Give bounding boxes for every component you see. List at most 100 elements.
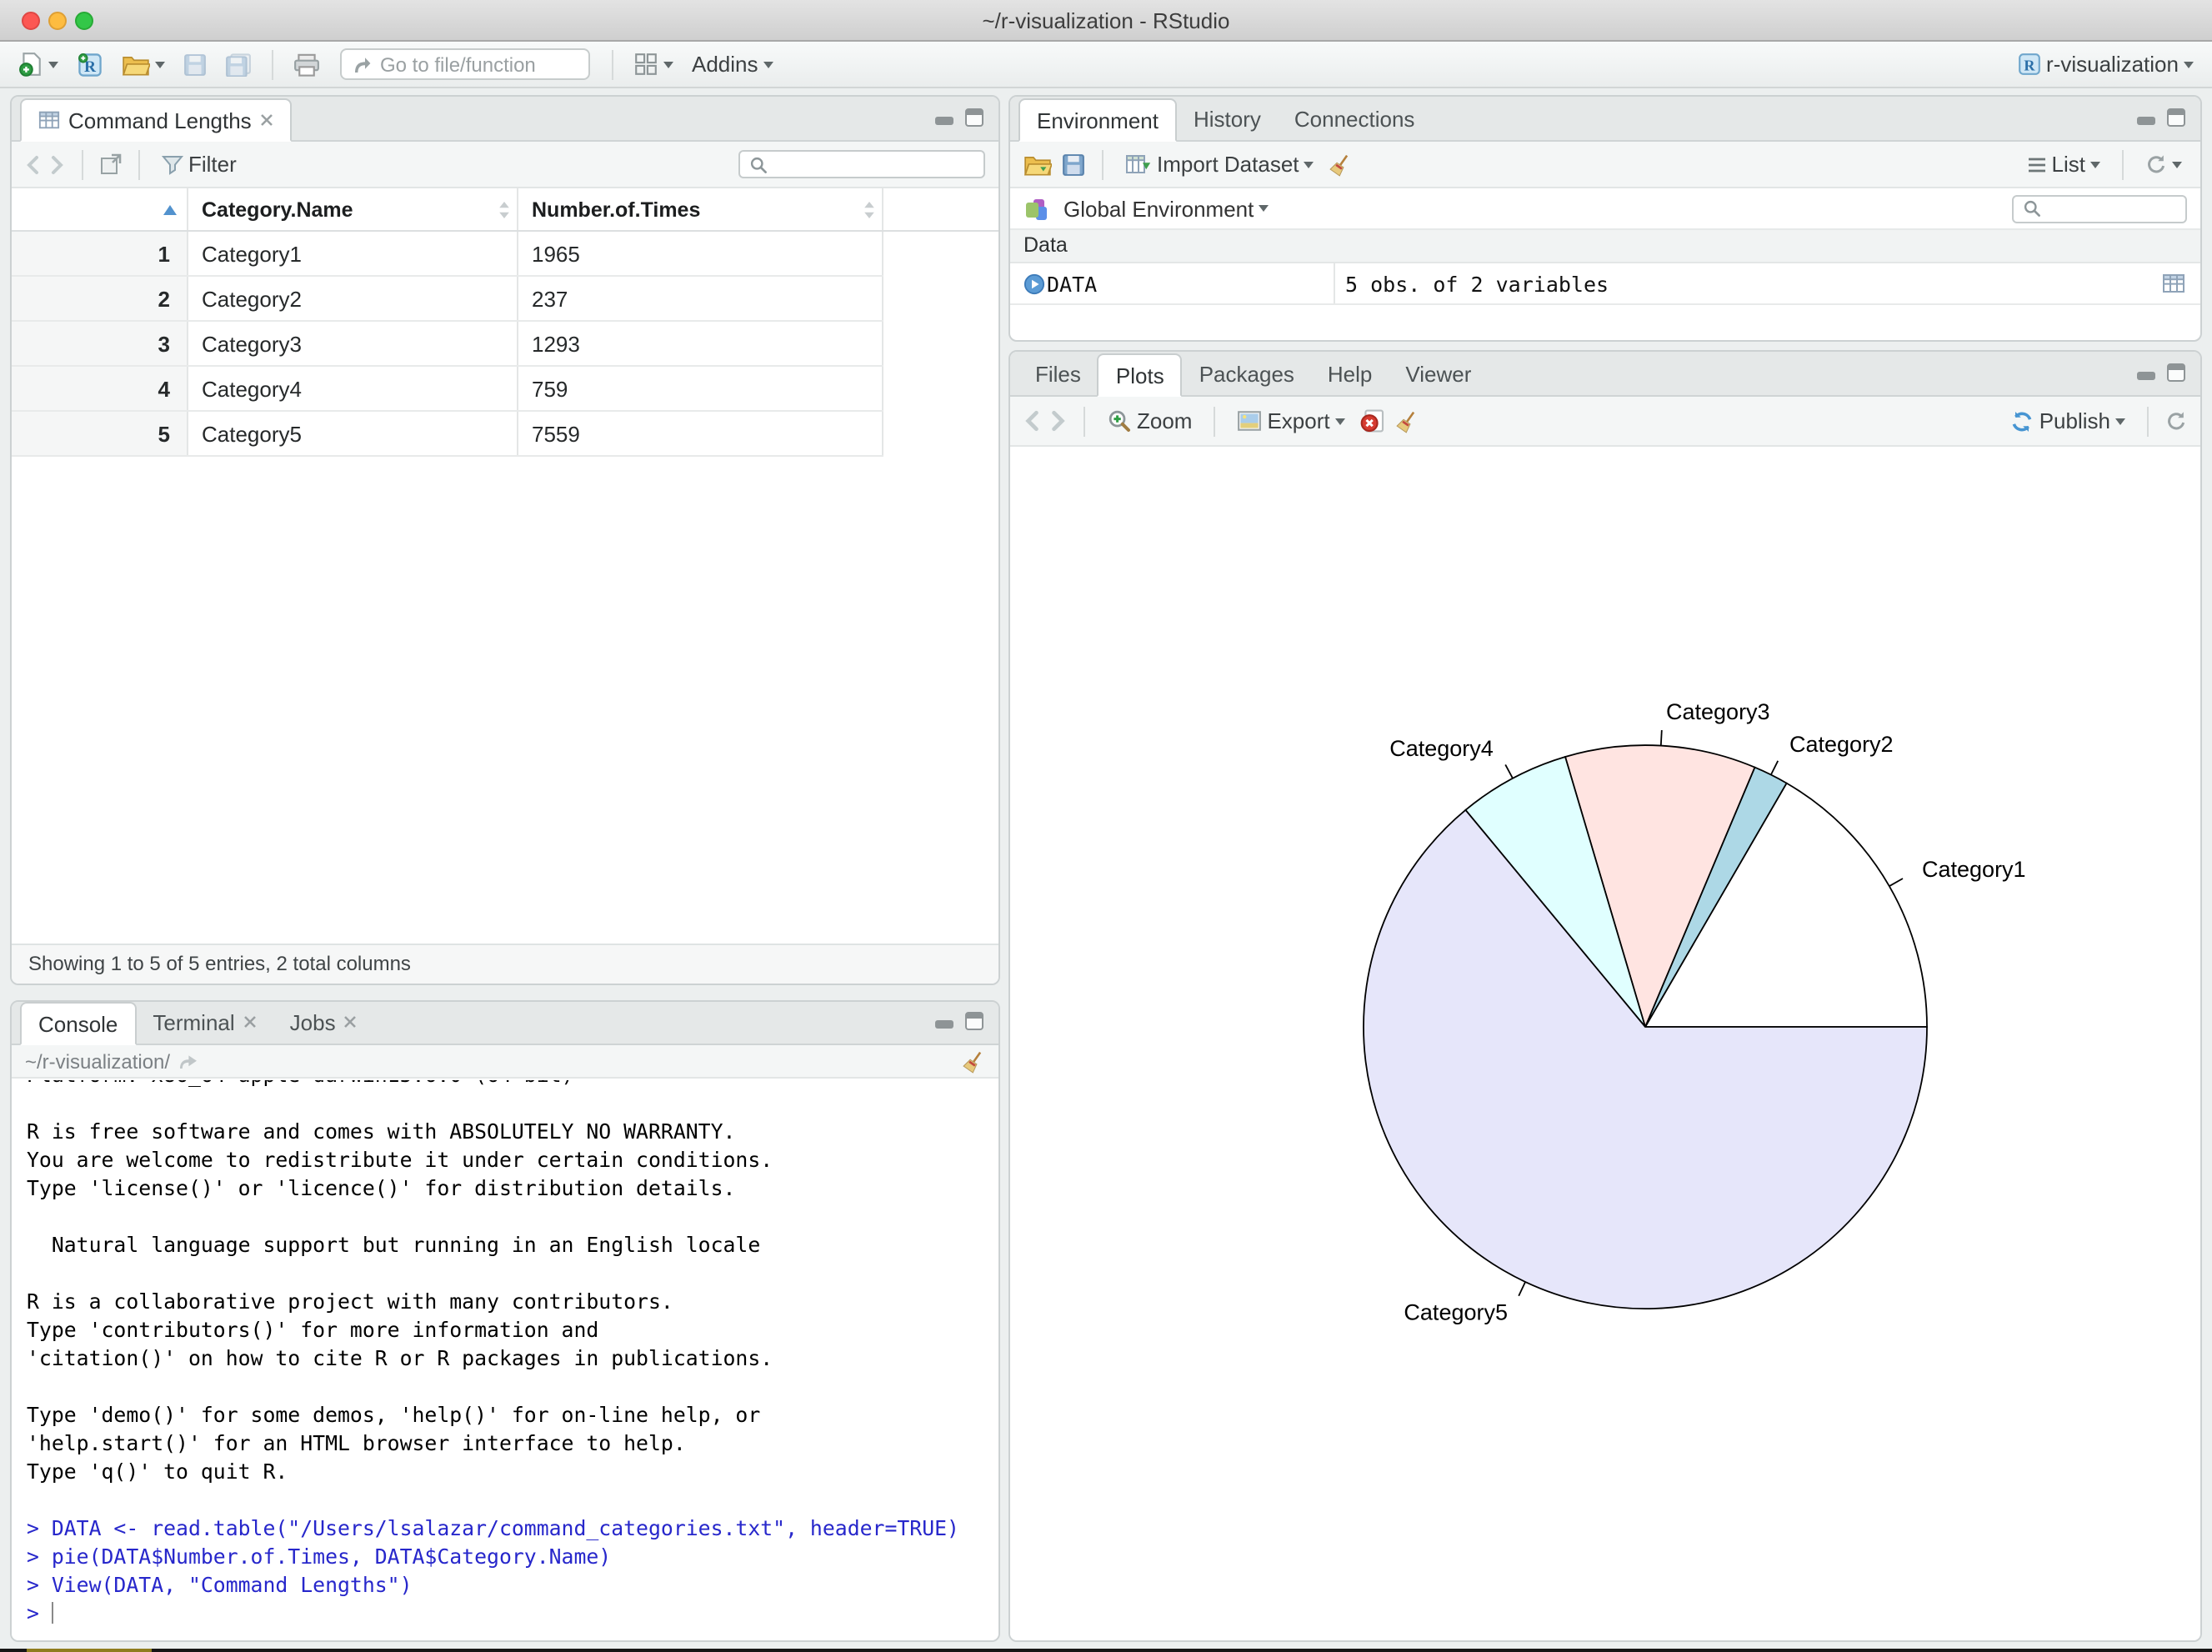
environment-object-row[interactable]: DATA 5 obs. of 2 variables xyxy=(1010,263,2200,305)
publish-button[interactable]: Publish xyxy=(2006,405,2130,437)
filter-button[interactable]: Filter xyxy=(157,148,242,180)
table-row[interactable]: 2 Category2 237 xyxy=(12,277,883,322)
table-search-input[interactable] xyxy=(775,153,975,176)
data-table-rows: 1 Category1 1965 2 Category2 237 3 Category3 129… xyxy=(12,232,998,457)
tab-environment[interactable]: Environment xyxy=(1018,98,1177,142)
import-dataset-button[interactable]: Import Dataset xyxy=(1120,148,1319,180)
zoom-plot-button[interactable]: Zoom xyxy=(1102,405,1197,437)
tab-command-lengths[interactable]: Command Lengths xyxy=(20,98,292,142)
open-file-button[interactable] xyxy=(117,49,170,79)
goto-file-input[interactable] xyxy=(380,53,563,76)
refresh-plot-icon[interactable] xyxy=(2165,410,2187,432)
view-table-icon[interactable] xyxy=(2162,273,2185,293)
save-all-button[interactable] xyxy=(220,49,257,79)
tab-jobs[interactable]: Jobs xyxy=(273,1002,374,1044)
console-prompt[interactable]: > xyxy=(27,1599,998,1627)
console-output: Platform: x86_64-apple-darwin15.6.0 (64-… xyxy=(27,1080,998,1627)
sort-ascending-icon xyxy=(163,204,177,214)
environment-pane: Environment History Connections Import D… xyxy=(1008,95,2202,342)
r-project-icon: R xyxy=(77,51,103,78)
clear-console-icon[interactable] xyxy=(962,1049,985,1073)
refresh-environment-button[interactable] xyxy=(2140,150,2187,178)
maximize-pane-icon[interactable] xyxy=(2167,363,2185,382)
maximize-pane-icon[interactable] xyxy=(965,1012,983,1030)
minimize-pane-icon[interactable] xyxy=(935,1013,953,1029)
table-cell: 1293 xyxy=(518,322,883,365)
open-in-new-window-icon[interactable] xyxy=(100,153,122,175)
titlebar: ~/r-visualization - RStudio xyxy=(0,0,2212,42)
table-row[interactable]: 1 Category1 1965 xyxy=(12,232,883,277)
chevron-down-icon xyxy=(2090,161,2100,168)
chevron-down-icon xyxy=(48,61,58,68)
object-name[interactable]: DATA xyxy=(1047,271,1334,296)
remove-plot-icon[interactable] xyxy=(1360,408,1385,433)
pie-chart: Category1 Category2 Category3 Category4 Cate… xyxy=(1363,699,2026,1325)
column-header-category-name[interactable]: Category.Name xyxy=(188,188,518,230)
close-icon[interactable] xyxy=(344,1015,358,1029)
tab-plots[interactable]: Plots xyxy=(1097,353,1183,397)
previous-plot-icon[interactable] xyxy=(1023,410,1040,432)
row-number-header[interactable] xyxy=(12,188,188,230)
clear-environment-icon[interactable] xyxy=(1329,153,1353,176)
tab-help[interactable]: Help xyxy=(1311,352,1389,395)
table-row[interactable]: 5 Category5 7559 xyxy=(12,412,883,457)
tab-label: Plots xyxy=(1115,363,1164,388)
goto-directory-icon[interactable] xyxy=(178,1053,198,1069)
tab-files[interactable]: Files xyxy=(1018,352,1098,395)
tab-label: Files xyxy=(1035,361,1081,386)
back-icon[interactable] xyxy=(25,154,40,174)
pane-layout-button[interactable] xyxy=(628,48,678,80)
project-selector[interactable]: R r-visualization xyxy=(2011,48,2199,80)
print-button[interactable] xyxy=(288,49,325,79)
table-cell: 237 xyxy=(518,277,883,320)
minimize-pane-icon[interactable] xyxy=(2137,109,2155,126)
console-body[interactable]: Platform: x86_64-apple-darwin15.6.0 (64-… xyxy=(12,1080,998,1640)
expand-object-icon[interactable] xyxy=(1020,273,1047,294)
label-tick xyxy=(1518,1281,1527,1297)
pane-grid-icon xyxy=(633,52,658,77)
label-tick xyxy=(1769,760,1779,776)
list-view-button[interactable]: List xyxy=(2022,148,2105,180)
console-line: R is free software and comes with ABSOLU… xyxy=(27,1119,736,1144)
export-plot-button[interactable]: Export xyxy=(1232,405,1349,437)
table-row[interactable]: 4 Category4 759 xyxy=(12,367,883,412)
clear-plots-icon[interactable] xyxy=(1395,409,1419,433)
screen-bottom-edge xyxy=(0,1649,2212,1652)
environment-scope-selector[interactable]: Global Environment xyxy=(1058,193,1274,224)
tab-console[interactable]: Console xyxy=(20,1002,137,1045)
new-file-button[interactable] xyxy=(13,48,63,80)
working-directory: ~/r-visualization/ xyxy=(25,1049,171,1073)
environment-tabstrip: Environment History Connections xyxy=(1010,97,2200,142)
console-line: Type 'contributors()' for more informati… xyxy=(27,1317,599,1342)
chevron-down-icon xyxy=(1334,418,1345,424)
tab-history[interactable]: History xyxy=(1177,97,1278,140)
tab-connections[interactable]: Connections xyxy=(1278,97,1432,140)
column-header-number-of-times[interactable]: Number.of.Times xyxy=(518,188,883,230)
maximize-pane-icon[interactable] xyxy=(965,108,983,127)
save-button[interactable] xyxy=(178,49,212,79)
maximize-pane-icon[interactable] xyxy=(2167,108,2185,127)
new-project-button[interactable]: R xyxy=(72,48,108,81)
tab-terminal[interactable]: Terminal xyxy=(136,1002,273,1044)
environment-search-input[interactable] xyxy=(2049,197,2177,220)
tab-viewer[interactable]: Viewer xyxy=(1389,352,1488,395)
table-cell: 759 xyxy=(518,367,883,410)
window-title: ~/r-visualization - RStudio xyxy=(982,8,1230,33)
forward-icon[interactable] xyxy=(50,154,65,174)
tab-packages[interactable]: Packages xyxy=(1183,352,1311,395)
load-workspace-icon[interactable] xyxy=(1023,153,1052,176)
search-icon xyxy=(748,154,768,174)
console-working-dir-row: ~/r-visualization/ xyxy=(12,1045,998,1079)
close-icon[interactable] xyxy=(243,1015,257,1029)
next-plot-icon[interactable] xyxy=(1050,410,1067,432)
save-workspace-icon[interactable] xyxy=(1062,153,1085,176)
environment-toolbar: Import Dataset List xyxy=(1010,142,2200,188)
close-icon[interactable] xyxy=(260,113,273,127)
rstudio-window: ~/r-visualization - RStudio R Go to file… xyxy=(0,0,2212,1652)
minimize-pane-icon[interactable] xyxy=(935,109,953,126)
addins-button[interactable]: Addins xyxy=(687,48,778,80)
table-cell: Category3 xyxy=(188,322,518,365)
table-row[interactable]: 3 Category3 1293 xyxy=(12,322,883,367)
minimize-pane-icon[interactable] xyxy=(2137,364,2155,381)
export-image-icon xyxy=(1237,410,1262,432)
